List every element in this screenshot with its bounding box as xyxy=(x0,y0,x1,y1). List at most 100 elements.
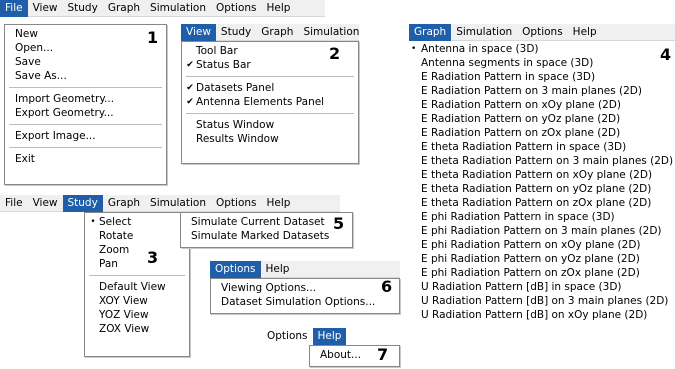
menubar-1: File View Study Graph Simulation Options Help xyxy=(0,0,325,17)
menu-separator xyxy=(89,275,185,276)
menubar-item-options[interactable]: Options xyxy=(210,260,261,278)
menu-separator xyxy=(9,147,162,148)
graph-item-label: U Radiation Pattern [dB] in space (3D) xyxy=(421,281,622,293)
callout-number-7: 7 xyxy=(377,345,389,364)
menu-item-save[interactable]: Save xyxy=(5,55,166,69)
menubar-item-simulation[interactable]: Simulation xyxy=(298,24,364,41)
menubar-item-view[interactable]: View xyxy=(181,23,216,41)
menu-item-datasets-panel[interactable]: ✔ Datasets Panel xyxy=(182,81,358,95)
graph-item-e-radiation-pattern-in-space-3d[interactable]: E Radiation Pattern in space (3D) xyxy=(409,70,675,84)
menubar-item-options[interactable]: Options xyxy=(517,24,568,41)
menu-item-exit[interactable]: Exit xyxy=(5,152,166,166)
graph-item-e-radiation-pattern-on-3-main-planes-2d[interactable]: E Radiation Pattern on 3 main planes (2D… xyxy=(409,84,675,98)
menubar-item-study[interactable]: Study xyxy=(62,194,103,212)
menu-item-label: ZOX View xyxy=(99,323,150,335)
menubar-4: Graph Simulation Options Help xyxy=(409,23,675,41)
graph-item-label: E phi Radiation Pattern on xOy plane (2D… xyxy=(421,239,641,251)
callout-number-3: 3 xyxy=(147,248,159,267)
graph-item-antenna-segments-in-space-3d[interactable]: Antenna segments in space (3D) xyxy=(409,56,675,70)
graph-item-antenna-in-space-3d[interactable]: • Antenna in space (3D) xyxy=(409,42,675,56)
graph-item-e-phi-radiation-pattern-on-zox-plane-2d[interactable]: E phi Radiation Pattern on zOx plane (2D… xyxy=(409,266,675,280)
menu-item-rotate[interactable]: Rotate xyxy=(85,229,189,243)
menu-item-dataset-simulation-options[interactable]: Dataset Simulation Options... xyxy=(211,295,399,309)
menu-item-results-window[interactable]: Results Window xyxy=(182,132,358,146)
menu-item-simulate-current-dataset[interactable]: Simulate Current Dataset xyxy=(181,215,352,229)
menubar-item-help[interactable]: Help xyxy=(312,328,347,345)
menubar-item-graph[interactable]: Graph xyxy=(409,23,452,41)
menu-item-zox-view[interactable]: ZOX View xyxy=(85,322,189,336)
menubar-item-graph[interactable]: Graph xyxy=(103,195,145,212)
menu-item-label: About... xyxy=(320,349,362,361)
graph-item-e-theta-radiation-pattern-on-zox-plane-2d[interactable]: E theta Radiation Pattern on zOx plane (… xyxy=(409,196,675,210)
menubar-item-options[interactable]: Options xyxy=(211,195,262,212)
graph-item-e-theta-radiation-pattern-on-xoy-plane-2d[interactable]: E theta Radiation Pattern on xOy plane (… xyxy=(409,168,675,182)
graph-item-e-radiation-pattern-on-zox-plane-2d[interactable]: E Radiation Pattern on zOx plane (2D) xyxy=(409,126,675,140)
menubar-item-graph[interactable]: Graph xyxy=(256,24,298,41)
menubar-item-help[interactable]: Help xyxy=(262,195,296,212)
menu-separator xyxy=(186,76,354,77)
graph-item-e-theta-radiation-pattern-on-3-main-planes-2d[interactable]: E theta Radiation Pattern on 3 main plan… xyxy=(409,154,675,168)
menu-item-label: Rotate xyxy=(99,230,134,242)
menubar-item-simulation[interactable]: Simulation xyxy=(451,24,517,41)
menu-item-label: Save xyxy=(15,56,41,68)
menu-item-label: Select xyxy=(99,216,132,228)
simulation-menu: Simulate Current Dataset Simulate Marked … xyxy=(180,212,353,248)
menu-item-export-image[interactable]: Export Image... xyxy=(5,129,166,143)
menu-item-status-window[interactable]: Status Window xyxy=(182,118,358,132)
menu-item-simulate-marked-datasets[interactable]: Simulate Marked Datasets xyxy=(181,229,352,243)
callout-number-5: 5 xyxy=(333,214,345,233)
menu-item-xoy-view[interactable]: XOY View xyxy=(85,294,189,308)
menu-item-label: Pan xyxy=(99,258,118,270)
graph-item-e-phi-radiation-pattern-on-3-main-planes-2d[interactable]: E phi Radiation Pattern on 3 main planes… xyxy=(409,224,675,238)
graph-item-e-theta-radiation-pattern-in-space-3d[interactable]: E theta Radiation Pattern in space (3D) xyxy=(409,140,675,154)
graph-item-label: E theta Radiation Pattern on zOx plane (… xyxy=(421,197,652,209)
menubar-7: Options Help xyxy=(262,328,400,345)
graph-item-e-phi-radiation-pattern-on-yoz-plane-2d[interactable]: E phi Radiation Pattern on yOz plane (2D… xyxy=(409,252,675,266)
graph-item-u-radiation-pattern-db-on-xoy-plane-2d[interactable]: U Radiation Pattern [dB] on xOy plane (2… xyxy=(409,308,675,322)
menubar-item-options[interactable]: Options xyxy=(211,0,262,17)
callout-number-4: 4 xyxy=(660,45,672,64)
graph-item-u-radiation-pattern-db-in-space-3d[interactable]: U Radiation Pattern [dB] in space (3D) xyxy=(409,280,675,294)
menu-item-pan[interactable]: Pan xyxy=(85,257,189,271)
menu-item-export-geometry[interactable]: Export Geometry... xyxy=(5,106,166,120)
graph-item-e-phi-radiation-pattern-on-xoy-plane-2d[interactable]: E phi Radiation Pattern on xOy plane (2D… xyxy=(409,238,675,252)
menubar-item-study[interactable]: Study xyxy=(63,0,103,17)
menubar-item-view[interactable]: View xyxy=(28,0,63,17)
menubar-item-graph[interactable]: Graph xyxy=(103,0,145,17)
graph-item-e-radiation-pattern-on-yoz-plane-2d[interactable]: E Radiation Pattern on yOz plane (2D) xyxy=(409,112,675,126)
menu-item-label: YOZ View xyxy=(99,309,149,321)
menu-item-default-view[interactable]: Default View xyxy=(85,280,189,294)
menubar-item-help[interactable]: Help xyxy=(262,0,296,17)
options-menu: Viewing Options... Dataset Simulation Opt… xyxy=(210,278,400,314)
menubar-item-file[interactable]: File xyxy=(0,195,28,212)
menubar-item-study[interactable]: Study xyxy=(216,24,256,41)
callout-number-1: 1 xyxy=(147,28,159,47)
menu-item-yoz-view[interactable]: YOZ View xyxy=(85,308,189,322)
menu-item-label: Tool Bar xyxy=(196,45,238,57)
menu-item-viewing-options[interactable]: Viewing Options... xyxy=(211,281,399,295)
graph-item-label: E Radiation Pattern on xOy plane (2D) xyxy=(421,99,621,111)
graph-item-u-radiation-pattern-db-on-3-main-planes-2d[interactable]: U Radiation Pattern [dB] on 3 main plane… xyxy=(409,294,675,308)
menubar-item-help[interactable]: Help xyxy=(568,24,602,41)
graph-item-e-theta-radiation-pattern-on-yoz-plane-2d[interactable]: E theta Radiation Pattern on yOz plane (… xyxy=(409,182,675,196)
menu-item-zoom[interactable]: Zoom xyxy=(85,243,189,257)
menu-item-save-as[interactable]: Save As... xyxy=(5,69,166,83)
menubar-item-simulation[interactable]: Simulation xyxy=(145,0,211,17)
graph-item-e-radiation-pattern-on-xoy-plane-2d[interactable]: E Radiation Pattern on xOy plane (2D) xyxy=(409,98,675,112)
menu-item-label: Exit xyxy=(15,153,35,165)
bullet-icon: • xyxy=(411,44,417,54)
graph-item-label: Antenna segments in space (3D) xyxy=(421,57,594,69)
menubar-item-view[interactable]: View xyxy=(28,195,63,212)
menubar-item-file[interactable]: File xyxy=(0,0,28,17)
menu-item-antenna-elements-panel[interactable]: ✔ Antenna Elements Panel xyxy=(182,95,358,109)
menubar-item-simulation[interactable]: Simulation xyxy=(145,195,211,212)
menu-item-new[interactable]: New xyxy=(5,27,166,41)
graph-item-label: E theta Radiation Pattern on 3 main plan… xyxy=(421,155,674,167)
menubar-item-options[interactable]: Options xyxy=(262,328,313,345)
menu-item-open[interactable]: Open... xyxy=(5,41,166,55)
menubar-item-help[interactable]: Help xyxy=(261,261,295,278)
menu-item-label: Zoom xyxy=(99,244,130,256)
menu-item-import-geometry[interactable]: Import Geometry... xyxy=(5,92,166,106)
graph-item-e-phi-radiation-pattern-in-space-3d[interactable]: E phi Radiation Pattern in space (3D) xyxy=(409,210,675,224)
menu-item-select[interactable]: • Select xyxy=(85,215,189,229)
